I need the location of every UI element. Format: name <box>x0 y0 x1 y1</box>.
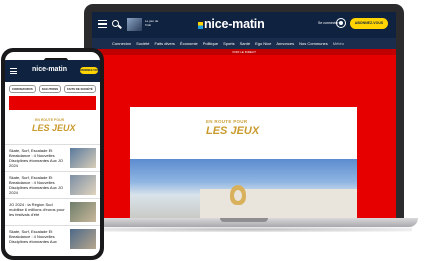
article-thumbnail <box>69 202 96 222</box>
hero-logo-small: EN ROUTE POUR <box>206 119 248 124</box>
article-title: Skate, Surf, Escalade Et Breakdance : 4 … <box>9 229 57 244</box>
main-nav: Connexion Société Faits divers Économie … <box>92 38 396 49</box>
article-item[interactable]: JO 2024 : la Région Sud mobilise 6 milli… <box>5 198 100 225</box>
laptop-lid: Le jour de l'info nice-matin Se connecte… <box>84 4 404 220</box>
topic-chip[interactable]: SOLUTIONS <box>38 85 62 93</box>
menu-icon[interactable] <box>10 68 17 74</box>
laptop-notch <box>220 218 268 222</box>
nav-item[interactable]: Politique <box>203 41 218 46</box>
live-ticker[interactable]: VOIR LE DIRECT <box>92 49 396 55</box>
hero-card[interactable]: EN ROUTE POUR LES JEUX <box>130 107 357 219</box>
building-shape <box>200 189 357 219</box>
site-logo-text: nice-matin <box>204 17 265 31</box>
nav-item[interactable]: Santé <box>240 41 250 46</box>
phone-subscribe-button[interactable]: ABONNEZ-VOUS <box>80 67 100 74</box>
nav-item[interactable]: Sports <box>223 41 235 46</box>
article-item[interactable]: Skate, Surf, Escalade Et Breakdance : 4 … <box>5 225 100 252</box>
phone-banner[interactable] <box>9 96 96 110</box>
nav-item[interactable]: Ego Nice <box>255 41 271 46</box>
hero-logo-big: LES JEUX <box>206 125 260 137</box>
article-item[interactable]: Skate, Surf, Escalade Et Breakdance : 4 … <box>5 144 100 171</box>
en-route-pour-les-jeux-logo: EN ROUTE POUR LES JEUX <box>206 119 286 147</box>
search-icon[interactable] <box>112 20 119 27</box>
phone-hero-logo: EN ROUTE POUR LES JEUX <box>5 110 100 144</box>
phone-site-logo[interactable]: nice-matin <box>32 66 67 73</box>
article-title: JO 2024 : la Région Sud mobilise 6 milli… <box>9 202 65 217</box>
topic-chip[interactable]: FAITS DE SOCIÉTÉ <box>64 85 96 93</box>
hero-image <box>130 159 357 219</box>
topic-chips: CORONAVIRUS SOLUTIONS FAITS DE SOCIÉTÉ <box>5 82 100 96</box>
topic-chip[interactable]: CORONAVIRUS <box>9 85 36 93</box>
menu-icon[interactable] <box>98 20 107 28</box>
nav-item[interactable]: Annonces <box>276 41 294 46</box>
nav-item[interactable]: Connexion <box>112 41 131 46</box>
nav-item[interactable]: Économie <box>180 41 198 46</box>
article-item[interactable]: Skate, Surf, Escalade Et Breakdance : 4 … <box>5 171 100 198</box>
phone-screen: nice-matin ABONNEZ-VOUS CORONAVIRUS SOLU… <box>5 52 100 256</box>
logo-stripe-icon <box>198 22 203 29</box>
phone-header: nice-matin ABONNEZ-VOUS <box>5 60 100 82</box>
article-thumbnail <box>69 229 96 249</box>
article-thumbnail <box>69 175 96 195</box>
phone-hero-logo-big: LES JEUX <box>32 123 76 133</box>
phone-mockup: nice-matin ABONNEZ-VOUS CORONAVIRUS SOLU… <box>1 48 104 260</box>
edition-label: Le jour de l'info <box>145 19 159 27</box>
nav-item[interactable]: Faits divers <box>154 41 174 46</box>
nav-item[interactable]: Météo <box>333 41 344 46</box>
article-thumbnail <box>69 148 96 168</box>
nav-item[interactable]: Société <box>136 41 149 46</box>
nav-item[interactable]: Nos Communes <box>299 41 328 46</box>
phone-hero-logo-small: EN ROUTE POUR <box>35 118 65 122</box>
laptop-shadow <box>76 227 412 232</box>
olympic-flame-icon <box>230 185 246 205</box>
laptop-screen: Le jour de l'info nice-matin Se connecte… <box>92 12 396 219</box>
site-header: Le jour de l'info nice-matin Se connecte… <box>92 12 396 38</box>
laptop-mockup: Le jour de l'info nice-matin Se connecte… <box>70 4 420 236</box>
edition-thumbnail[interactable] <box>127 18 142 31</box>
article-title: Skate, Surf, Escalade Et Breakdance : 4 … <box>9 148 64 168</box>
article-title: Skate, Surf, Escalade Et Breakdance : 4 … <box>9 175 64 195</box>
subscribe-button[interactable]: ABONNEZ-VOUS <box>350 18 388 29</box>
site-logo[interactable]: nice-matin <box>198 17 298 31</box>
user-icon[interactable] <box>336 18 346 28</box>
